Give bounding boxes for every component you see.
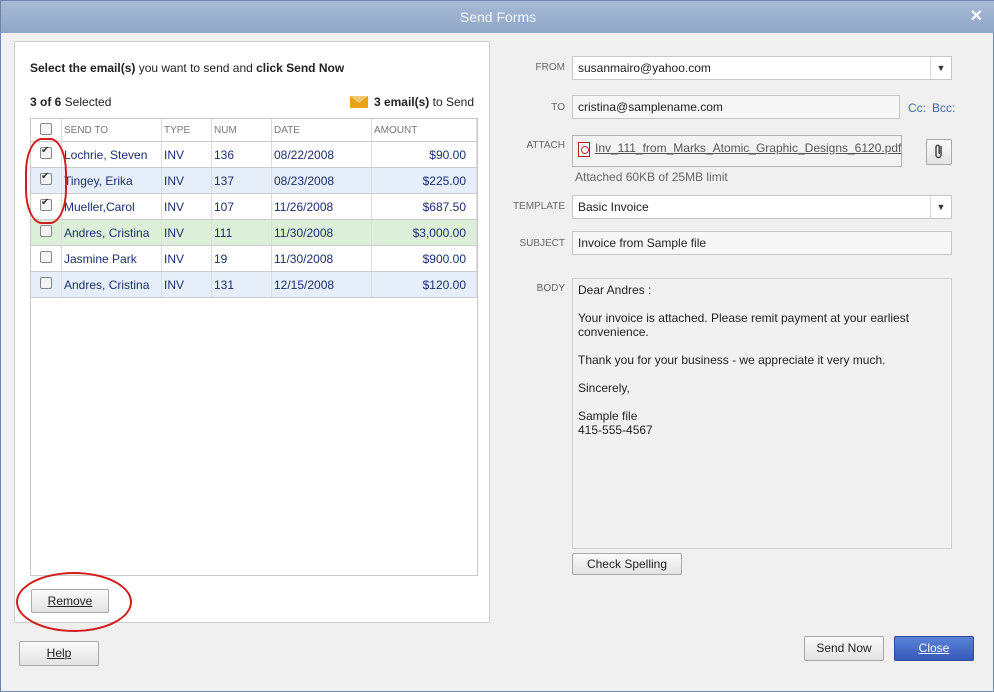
cell-send-to: Tingey, Erika	[61, 167, 162, 194]
col-amount[interactable]: AMOUNT	[371, 119, 477, 142]
cell-num: 107	[211, 193, 272, 220]
table-row[interactable]: Andres, Cristina INV 131 12/15/2008 $120.00	[31, 271, 477, 298]
body-paragraph: Thank you for your business - we appreci…	[578, 353, 886, 367]
cell-send-to: Andres, Cristina	[61, 219, 162, 246]
table-header-row: SEND TO TYPE NUM DATE AMOUNT	[31, 119, 477, 142]
forms-table: SEND TO TYPE NUM DATE AMOUNT Lochrie, St…	[30, 118, 478, 576]
cell-num: 111	[211, 219, 272, 246]
cell-amount: $225.00	[371, 167, 477, 194]
cell-num: 131	[211, 271, 272, 298]
cell-send-to: Jasmine Park	[61, 245, 162, 272]
body-label: BODY	[536, 283, 565, 294]
title-bar: Send Forms ✕	[1, 1, 994, 33]
recipients-panel: Select the email(s) you want to send and…	[14, 41, 490, 623]
subject-label: SUBJECT	[519, 238, 565, 249]
cell-date: 11/30/2008	[271, 245, 372, 272]
cell-amount: $90.00	[371, 141, 477, 168]
cell-amount: $3,000.00	[371, 219, 477, 246]
instruction-text: Select the email(s) you want to send and…	[30, 61, 345, 75]
attach-size-note: Attached 60KB of 25MB limit	[575, 170, 728, 184]
cell-type: INV	[161, 141, 212, 168]
select-all-checkbox[interactable]	[31, 119, 62, 142]
table-row[interactable]: Tingey, ErikaINV13708/23/2008$225.00	[31, 167, 477, 194]
attachment-box: Inv_111_from_Marks_Atomic_Graphic_Design…	[572, 135, 902, 167]
send-now-button[interactable]: Send Now	[804, 636, 884, 661]
pdf-icon	[578, 142, 590, 157]
body-paragraph: Sample file 415-555-4567	[578, 409, 653, 437]
cell-type: INV	[161, 245, 212, 272]
email-send-count: 3 email(s) to Send	[349, 95, 474, 109]
from-label: FROM	[535, 62, 565, 73]
remove-button[interactable]: Remove	[31, 589, 109, 613]
table-row[interactable]: Andres, Cristina INV 111 11/30/2008 $3,000.0…	[31, 219, 477, 246]
col-num[interactable]: NUM	[211, 119, 272, 142]
cell-date: 08/23/2008	[271, 167, 372, 194]
cell-send-to: Andres, Cristina	[61, 271, 162, 298]
cc-link[interactable]: Cc:	[908, 101, 926, 115]
check-spelling-button[interactable]: Check Spelling	[572, 553, 682, 575]
cell-type: INV	[161, 167, 212, 194]
to-label: TO	[551, 102, 565, 113]
template-dropdown[interactable]: Basic Invoice ▼	[572, 195, 952, 219]
cell-type: INV	[161, 271, 212, 298]
send-forms-window: Send Forms ✕ Select the email(s) you wan…	[0, 0, 994, 692]
cell-num: 136	[211, 141, 272, 168]
cell-amount: $120.00	[371, 271, 477, 298]
table-row[interactable]: Jasmine Park INV 19 11/30/2008 $900.00	[31, 245, 477, 272]
template-label: TEMPLATE	[512, 201, 565, 212]
cell-date: 12/15/2008	[271, 271, 372, 298]
body-paragraph: Your invoice is attached. Please remit p…	[578, 311, 910, 339]
envelope-icon	[349, 96, 368, 108]
table-row[interactable]: Mueller,CarolINV10711/26/2008$687.50	[31, 193, 477, 220]
row-checkbox[interactable]	[31, 271, 62, 298]
cell-date: 11/30/2008	[271, 219, 372, 246]
cell-num: 137	[211, 167, 272, 194]
table-row[interactable]: Lochrie, StevenINV13608/22/2008$90.00	[31, 141, 477, 168]
to-field[interactable]: cristina@samplename.com	[572, 95, 900, 119]
close-button[interactable]: Close	[894, 636, 974, 661]
chevron-down-icon: ▼	[930, 196, 951, 218]
window-title: Send Forms	[459, 9, 537, 25]
row-checkbox[interactable]	[31, 167, 62, 194]
paperclip-icon	[935, 144, 942, 159]
cell-type: INV	[161, 193, 212, 220]
attach-label: ATTACH	[526, 140, 565, 151]
body-textarea[interactable]: Dear Andres : Your invoice is attached. P…	[572, 278, 952, 549]
body-paragraph: Dear Andres :	[578, 283, 652, 297]
bcc-link[interactable]: Bcc:	[932, 101, 955, 115]
cell-num: 19	[211, 245, 272, 272]
row-checkbox[interactable]	[31, 219, 62, 246]
col-type[interactable]: TYPE	[161, 119, 212, 142]
body-paragraph: Sincerely,	[578, 381, 630, 395]
attachment-link[interactable]: Inv_111_from_Marks_Atomic_Graphic_Design…	[595, 141, 901, 155]
from-dropdown[interactable]: susanmairo@yahoo.com ▼	[572, 56, 952, 80]
row-checkbox[interactable]	[31, 193, 62, 220]
cell-date: 11/26/2008	[271, 193, 372, 220]
attach-file-button[interactable]	[926, 139, 952, 165]
selected-count: 3 of 6 Selected	[30, 95, 112, 109]
close-icon[interactable]: ✕	[970, 6, 983, 26]
col-send-to[interactable]: SEND TO	[61, 119, 162, 142]
cell-send-to: Lochrie, Steven	[61, 141, 162, 168]
cell-send-to: Mueller,Carol	[61, 193, 162, 220]
subject-field[interactable]: Invoice from Sample file	[572, 231, 952, 255]
cell-amount: $900.00	[371, 245, 477, 272]
cell-amount: $687.50	[371, 193, 477, 220]
row-checkbox[interactable]	[31, 141, 62, 168]
cell-date: 08/22/2008	[271, 141, 372, 168]
col-date[interactable]: DATE	[271, 119, 372, 142]
row-checkbox[interactable]	[31, 245, 62, 272]
help-button[interactable]: Help	[19, 641, 99, 666]
chevron-down-icon: ▼	[930, 57, 951, 79]
cell-type: INV	[161, 219, 212, 246]
